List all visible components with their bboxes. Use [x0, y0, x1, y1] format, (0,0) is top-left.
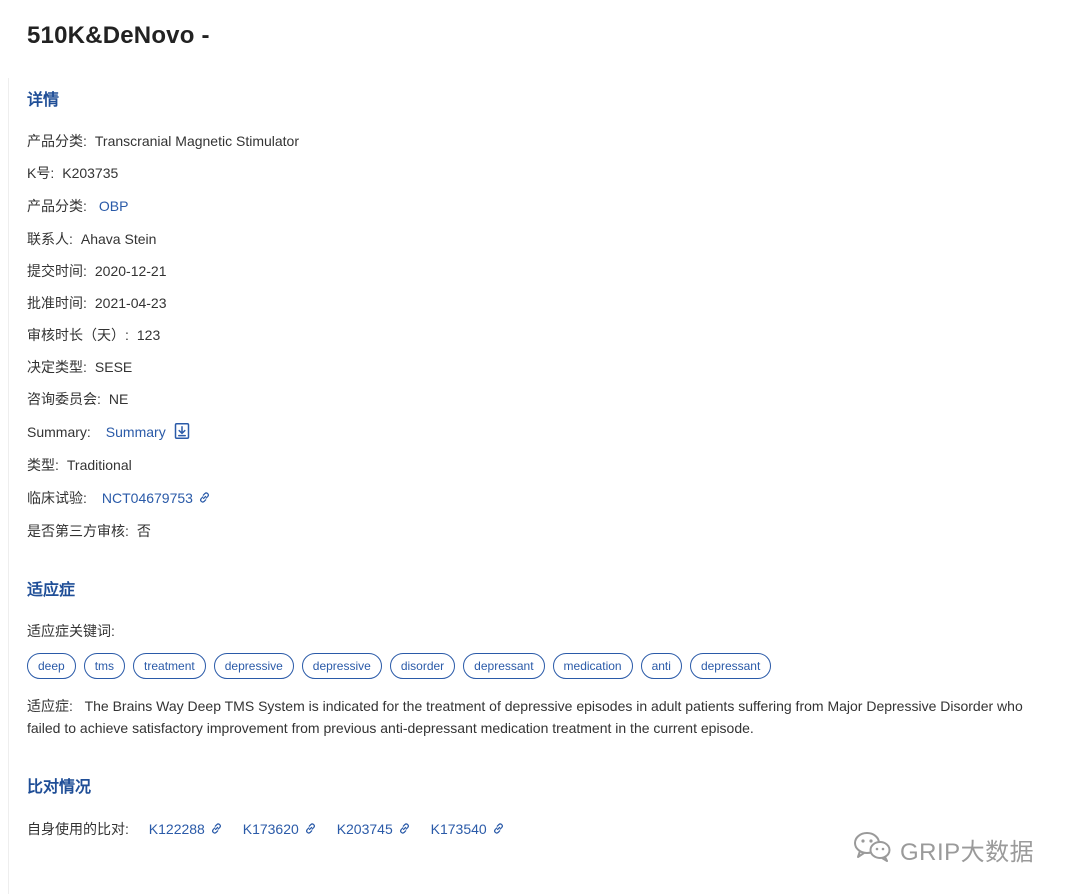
detail-label: 产品分类:: [27, 198, 87, 214]
keyword-tag[interactable]: medication: [552, 653, 633, 679]
detail-label: 联系人:: [27, 231, 73, 247]
detail-review-days: 审核时长（天）: 123: [27, 325, 160, 345]
keyword-tag[interactable]: depressant: [689, 653, 772, 679]
link-icon[interactable]: [492, 820, 505, 840]
comparison-item[interactable]: K203745: [337, 821, 411, 837]
link-icon[interactable]: [210, 820, 223, 840]
detail-type: 类型: Traditional: [27, 455, 132, 475]
detail-value: 2020-12-21: [94, 263, 167, 279]
download-file-icon[interactable]: [174, 423, 190, 444]
detail-label: 咨询委员会:: [27, 391, 101, 407]
link-icon[interactable]: [198, 489, 211, 509]
detail-contact: 联系人: Ahava Stein: [27, 229, 156, 249]
detail-value: 2021-04-23: [94, 295, 167, 311]
comparison-k-link[interactable]: K122288: [149, 821, 205, 837]
detail-value: SESE: [94, 359, 133, 375]
keyword-tag[interactable]: deep: [27, 653, 76, 679]
comparison-item[interactable]: K122288: [149, 821, 223, 837]
detail-value: 否: [136, 523, 151, 539]
watermark: GRIP大数据: [852, 830, 1034, 869]
link-icon[interactable]: [304, 820, 317, 840]
indication-statement: 适应症: The Brains Way Deep TMS System is i…: [27, 695, 1047, 739]
left-divider: [8, 78, 9, 894]
detail-value: K203735: [62, 165, 119, 181]
detail-third-party: 是否第三方审核: 否: [27, 521, 151, 541]
detail-label: 决定类型:: [27, 359, 87, 375]
page-title: 510K&DeNovo -: [27, 22, 210, 49]
detail-label: 是否第三方审核:: [27, 523, 129, 539]
detail-label: 类型:: [27, 457, 59, 473]
section-title-comparison: 比对情况: [27, 779, 92, 796]
product-code-link[interactable]: OBP: [99, 198, 129, 214]
detail-k-number: K号: K203735: [27, 163, 118, 183]
comparison-k-link[interactable]: K203745: [337, 821, 393, 837]
detail-approved: 批准时间: 2021-04-23: [27, 293, 167, 313]
keyword-tag[interactable]: depressive: [301, 653, 382, 679]
detail-value: NE: [108, 391, 129, 407]
detail-label: 审核时长（天）:: [27, 327, 129, 343]
detail-label: Summary:: [27, 424, 91, 440]
detail-submitted: 提交时间: 2020-12-21: [27, 261, 167, 281]
detail-value: Ahava Stein: [80, 231, 157, 247]
detail-decision: 决定类型: SESE: [27, 357, 132, 377]
comparison-k-link[interactable]: K173620: [243, 821, 299, 837]
keyword-tag-list: deep tms treatment depressive depressive…: [27, 653, 772, 679]
comparison-row: 自身使用的比对: K122288 K173620 K203745 K173540: [27, 819, 505, 840]
keyword-tag[interactable]: tms: [83, 653, 126, 679]
keyword-tag[interactable]: anti: [640, 653, 682, 679]
comparison-label: 自身使用的比对:: [27, 821, 129, 837]
summary-link[interactable]: Summary: [106, 424, 166, 440]
detail-label: K号:: [27, 165, 55, 181]
detail-committee: 咨询委员会: NE: [27, 389, 128, 409]
keyword-tag[interactable]: depressive: [213, 653, 294, 679]
section-title-indication: 适应症: [27, 582, 76, 599]
keyword-tag[interactable]: depressant: [463, 653, 545, 679]
detail-product-class-name: 产品分类: Transcranial Magnetic Stimulator: [27, 131, 299, 151]
keywords-label: 适应症关键词:: [27, 623, 115, 639]
link-icon[interactable]: [398, 820, 411, 840]
keyword-tag[interactable]: disorder: [389, 653, 456, 679]
detail-label: 批准时间:: [27, 295, 87, 311]
detail-label: 临床试验:: [27, 490, 87, 506]
keyword-tag[interactable]: treatment: [133, 653, 206, 679]
indication-label: 适应症:: [27, 698, 73, 714]
detail-label: 提交时间:: [27, 263, 87, 279]
detail-product-code: 产品分类: OBP: [27, 196, 128, 216]
comparison-item[interactable]: K173620: [243, 821, 317, 837]
detail-value: Traditional: [66, 457, 132, 473]
clinical-trial-link[interactable]: NCT04679753: [102, 490, 193, 506]
section-title-details: 详情: [27, 92, 60, 109]
indication-text: The Brains Way Deep TMS System is indica…: [27, 698, 1023, 736]
watermark-text: GRIP大数据: [900, 839, 1035, 866]
comparison-k-link[interactable]: K173540: [431, 821, 487, 837]
detail-summary: Summary: Summary: [27, 422, 190, 444]
detail-value: Transcranial Magnetic Stimulator: [94, 133, 300, 149]
comparison-item[interactable]: K173540: [431, 821, 505, 837]
detail-clinical-trial: 临床试验: NCT04679753: [27, 488, 211, 509]
detail-label: 产品分类:: [27, 133, 87, 149]
wechat-icon: [852, 830, 900, 869]
detail-value: 123: [136, 327, 161, 343]
